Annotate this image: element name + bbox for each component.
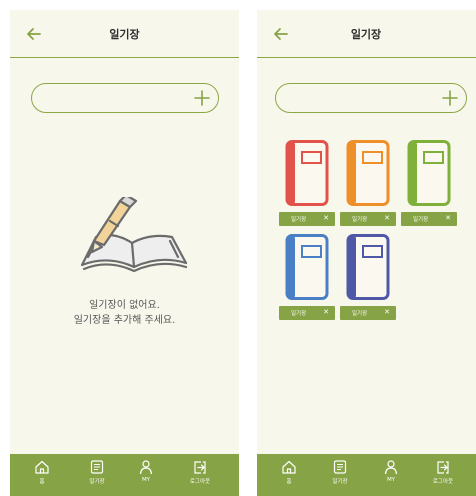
tab-label: MY [386,477,396,483]
diary-label-tag[interactable]: 일기장 ✕ [401,212,457,226]
diary-list-icon [90,460,104,474]
tab-label: 로그아웃 [189,479,211,485]
diary-label-tag[interactable]: 일기장 ✕ [279,306,335,320]
diary-book-icon[interactable] [285,234,329,300]
delete-diary-icon[interactable]: ✕ [323,214,329,222]
tab-my[interactable]: MY [128,459,164,493]
tab-home[interactable]: 홈 [24,459,60,493]
add-diary-button[interactable] [440,88,460,108]
search-bar [31,83,219,113]
open-book-pencil-illustration [80,197,188,273]
tab-home[interactable]: 홈 [271,459,307,493]
diary-item: 일기장 ✕ [279,140,335,236]
delete-diary-icon[interactable]: ✕ [445,214,451,222]
search-input[interactable] [288,89,428,107]
diary-label-tag[interactable]: 일기장 ✕ [340,306,396,320]
diary-item: 일기장 ✕ [340,234,396,330]
diary-label: 일기장 [352,217,368,223]
search-bar [275,83,467,113]
tab-logout[interactable]: 로그아웃 [425,459,461,493]
tab-logout[interactable]: 로그아웃 [182,459,218,493]
tab-label: 홈 [39,479,45,485]
logout-icon [194,461,206,474]
empty-message-line1: 일기장이 없어요. [89,300,160,311]
diary-list-screen: 일기장 일기장 ✕ 일기장 ✕ 일기장 ✕ 일기장 ✕ 일기장 ✕ 홈 일기장 [257,10,476,496]
empty-message: 일기장이 없어요. 일기장을 추가해 주세요. [10,298,239,328]
empty-message-line2: 일기장을 추가해 주세요. [73,315,176,326]
diary-book-icon[interactable] [346,234,390,300]
diary-label: 일기장 [352,311,368,317]
diary-item: 일기장 ✕ [279,234,335,330]
tab-diary[interactable]: 일기장 [322,459,358,493]
diary-label: 일기장 [413,217,429,223]
header: 일기장 [257,10,476,58]
bottom-tab-bar: 홈 일기장 MY 로그아웃 [257,454,476,496]
home-icon [35,460,49,474]
search-input[interactable] [44,89,184,107]
diary-label-tag[interactable]: 일기장 ✕ [279,212,335,226]
tab-label: 일기장 [332,479,348,485]
tab-label: 로그아웃 [432,479,454,485]
diary-book-icon[interactable] [346,140,390,206]
header: 일기장 [10,10,239,58]
diary-label-tag[interactable]: 일기장 ✕ [340,212,396,226]
page-title: 일기장 [109,28,140,41]
delete-diary-icon[interactable]: ✕ [384,214,390,222]
page-title: 일기장 [350,28,382,41]
diary-item: 일기장 ✕ [401,140,457,236]
home-icon [282,460,296,474]
empty-diary-screen: 일기장 일기장이 없어요. 일기장을 추가해 주세요. 홈 일기장 MY 로그아… [10,10,239,496]
diary-label: 일기장 [291,311,307,317]
diary-book-icon[interactable] [285,140,329,206]
tab-diary[interactable]: 일기장 [79,459,115,493]
tab-my[interactable]: MY [373,459,409,493]
bottom-tab-bar: 홈 일기장 MY 로그아웃 [10,454,239,496]
diary-book-icon[interactable] [407,140,451,206]
add-diary-button[interactable] [192,88,212,108]
person-icon [139,460,153,475]
tab-label: MY [141,477,151,483]
diary-list-icon [333,460,347,474]
tab-label: 일기장 [89,479,105,485]
tab-label: 홈 [286,479,292,485]
delete-diary-icon[interactable]: ✕ [384,308,390,316]
diary-item: 일기장 ✕ [340,140,396,236]
logout-icon [437,461,449,474]
person-icon [384,460,398,475]
diary-label: 일기장 [291,217,307,223]
delete-diary-icon[interactable]: ✕ [323,308,329,316]
